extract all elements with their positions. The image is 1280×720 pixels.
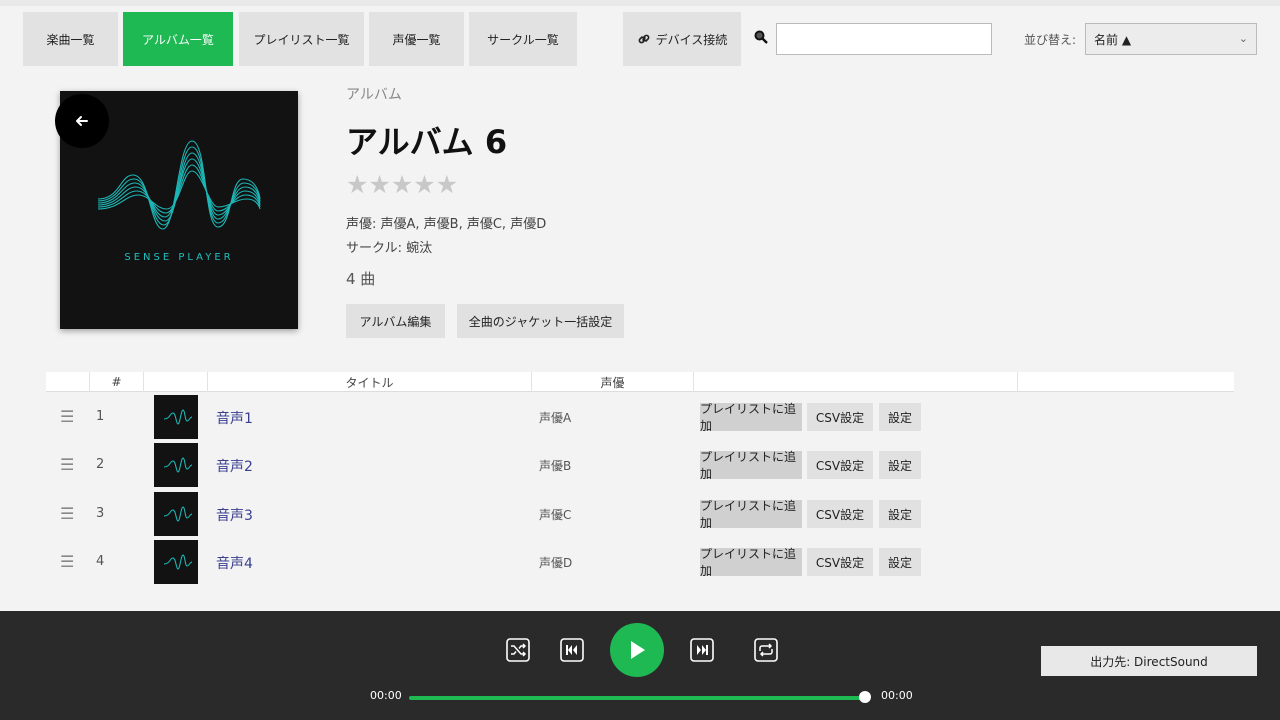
track-number: 2 <box>96 457 105 472</box>
track-title-link[interactable]: 音声4 <box>216 553 253 573</box>
link-icon <box>638 34 650 44</box>
shuffle-icon <box>506 638 530 662</box>
drag-handle-icon[interactable]: ☰ <box>60 504 74 523</box>
csv-settings-button[interactable]: CSV設定 <box>807 548 873 576</box>
shuffle-button[interactable] <box>506 638 530 662</box>
track-actor: 声優D <box>539 556 573 570</box>
player-bar: 00:00 00:00 出力先: DirectSound <box>0 611 1280 720</box>
album-circle: サークル: 蜿汰 <box>346 241 433 256</box>
track-thumbnail <box>154 540 198 584</box>
table-row: ☰ 4 音声4 声優D プレイリストに追加 CSV設定 設定 <box>46 538 1234 586</box>
track-count: 4 曲 <box>346 270 376 288</box>
sort-select[interactable]: 名前 ▲ ⌄ <box>1085 23 1257 55</box>
skip-forward-icon <box>690 638 714 662</box>
track-title-link[interactable]: 音声1 <box>216 408 253 428</box>
rating-stars[interactable]: ★★★★★ <box>346 170 458 199</box>
bulk-jacket-button[interactable]: 全曲のジャケット一括設定 <box>457 304 624 338</box>
header-num: # <box>90 372 144 392</box>
skip-back-icon <box>560 638 584 662</box>
add-to-playlist-button[interactable]: プレイリストに追加 <box>700 499 802 530</box>
repeat-button[interactable] <box>754 638 778 662</box>
track-actor: 声優B <box>539 459 572 473</box>
back-button[interactable] <box>55 94 109 148</box>
track-table-header: # タイトル 声優 <box>46 372 1234 392</box>
table-row: ☰ 1 音声1 声優A プレイリストに追加 CSV設定 設定 <box>46 393 1234 441</box>
device-connect-label: デバイス接続 <box>655 32 728 47</box>
drag-handle-icon[interactable]: ☰ <box>60 552 74 571</box>
header-handle <box>46 372 90 392</box>
track-settings-button[interactable]: 設定 <box>879 548 921 576</box>
play-button[interactable] <box>610 623 664 677</box>
album-title: アルバム 6 <box>346 123 508 161</box>
tab-playlists[interactable]: プレイリスト一覧 <box>239 12 364 66</box>
cover-text: SENSE PLAYER <box>124 252 234 263</box>
total-time: 00:00 <box>881 689 913 702</box>
track-settings-button[interactable]: 設定 <box>879 451 921 479</box>
track-settings-button[interactable]: 設定 <box>879 500 921 528</box>
track-actor: 声優A <box>539 411 572 425</box>
device-connect-button[interactable]: デバイス接続 <box>623 12 741 66</box>
header-actions <box>694 372 1018 392</box>
table-row: ☰ 3 音声3 声優C プレイリストに追加 CSV設定 設定 <box>46 490 1234 538</box>
tab-circles[interactable]: サークル一覧 <box>469 12 577 66</box>
drag-handle-icon[interactable]: ☰ <box>60 407 74 426</box>
tab-songs[interactable]: 楽曲一覧 <box>23 12 118 66</box>
track-settings-button[interactable]: 設定 <box>879 403 921 431</box>
track-title-link[interactable]: 音声2 <box>216 456 253 476</box>
sort-value: 名前 ▲ <box>1094 32 1132 47</box>
track-number: 3 <box>96 506 105 521</box>
previous-button[interactable] <box>560 638 584 662</box>
track-thumbnail <box>154 443 198 487</box>
arrow-left-icon <box>76 116 88 126</box>
header-title[interactable]: タイトル <box>208 372 532 392</box>
track-title-link[interactable]: 音声3 <box>216 505 253 525</box>
track-thumbnail <box>154 395 198 439</box>
search-icon <box>754 30 770 46</box>
csv-settings-button[interactable]: CSV設定 <box>807 451 873 479</box>
album-kind-label: アルバム <box>346 87 402 103</box>
next-button[interactable] <box>690 638 714 662</box>
repeat-icon <box>754 638 778 662</box>
top-nav-bar: 楽曲一覧 アルバム一覧 プレイリスト一覧 声優一覧 サークル一覧 デバイス接続 … <box>0 0 1280 66</box>
track-actor: 声優C <box>539 508 572 522</box>
header-thumb <box>144 372 208 392</box>
track-thumbnail <box>154 492 198 536</box>
add-to-playlist-button[interactable]: プレイリストに追加 <box>700 402 802 433</box>
sort-label: 並び替え: <box>1024 33 1077 47</box>
current-time: 00:00 <box>370 689 402 702</box>
table-row: ☰ 2 音声2 声優B プレイリストに追加 CSV設定 設定 <box>46 441 1234 489</box>
csv-settings-button[interactable]: CSV設定 <box>807 403 873 431</box>
play-icon <box>631 641 645 659</box>
add-to-playlist-button[interactable]: プレイリストに追加 <box>700 450 802 481</box>
tab-albums[interactable]: アルバム一覧 <box>123 12 233 66</box>
edit-album-button[interactable]: アルバム編集 <box>346 304 445 338</box>
tab-voice-actors[interactable]: 声優一覧 <box>369 12 464 66</box>
track-number: 4 <box>96 554 105 569</box>
add-to-playlist-button[interactable]: プレイリストに追加 <box>700 547 802 578</box>
progress-knob[interactable] <box>859 691 871 703</box>
progress-bar[interactable] <box>409 696 865 700</box>
drag-handle-icon[interactable]: ☰ <box>60 455 74 474</box>
search-input[interactable] <box>776 23 992 55</box>
header-actor[interactable]: 声優 <box>532 372 694 392</box>
chevron-down-icon: ⌄ <box>1238 32 1248 45</box>
album-voice-actors: 声優: 声優A, 声優B, 声優C, 声優D <box>346 217 547 232</box>
track-number: 1 <box>96 409 105 424</box>
output-device-button[interactable]: 出力先: DirectSound <box>1041 646 1257 676</box>
csv-settings-button[interactable]: CSV設定 <box>807 500 873 528</box>
